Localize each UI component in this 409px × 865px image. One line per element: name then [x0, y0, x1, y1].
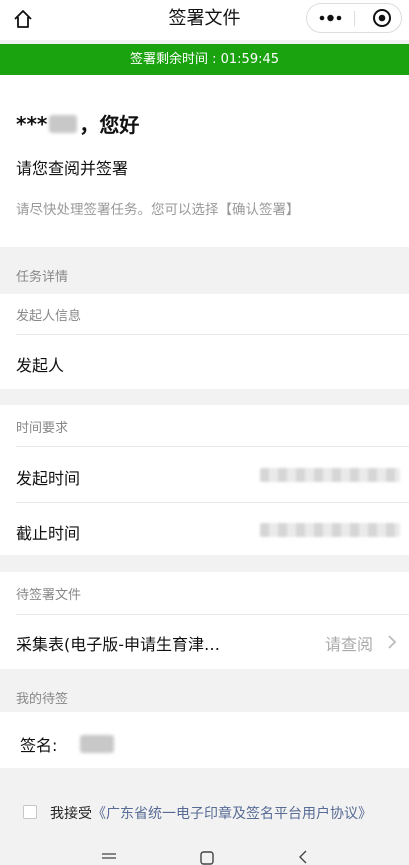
- home-square-icon[interactable]: [199, 849, 215, 865]
- divider: [16, 334, 409, 335]
- greeting-title: *** ，您好: [16, 109, 139, 138]
- files-card: 待签署文件 采集表(电子版-申请生育津… 请查阅: [0, 572, 409, 669]
- agreement-text: 我接受《广东省统一电子印章及签名平台用户协议》: [50, 803, 372, 823]
- file-name: 采集表(电子版-申请生育津…: [16, 635, 221, 654]
- divider: [16, 502, 409, 503]
- section-task-details: 任务详情: [16, 270, 69, 285]
- system-nav-bar: [0, 843, 409, 865]
- more-dots-icon[interactable]: [307, 4, 354, 32]
- deadline-label: 截止时间: [16, 524, 81, 543]
- signature-value: [80, 735, 114, 753]
- greeting-card: *** ，您好 请您查阅并签署 请尽快处理签署任务。您可以选择【确认签署】: [0, 75, 409, 247]
- masked-name: ***: [16, 111, 48, 136]
- agreement-prefix: 我接受: [50, 806, 92, 822]
- top-bar: 签署文件: [0, 0, 409, 40]
- agreement-checkbox[interactable]: [23, 805, 37, 819]
- view-link[interactable]: 请查阅: [325, 631, 373, 655]
- section-my-sign: 我的待签: [16, 692, 69, 707]
- menu-icon[interactable]: [101, 849, 117, 865]
- time-card: 时间要求 发起时间 截止时间: [0, 405, 409, 555]
- greeting-hint: 请尽快处理签署任务。您可以选择【确认签署】: [16, 202, 300, 218]
- agreement-row: 我接受《广东省统一电子印章及签名平台用户协议》: [0, 795, 409, 833]
- initiator-header: 发起人信息: [16, 309, 82, 324]
- target-close-icon[interactable]: [355, 4, 401, 32]
- files-header: 待签署文件: [16, 588, 82, 603]
- greeting-subtitle: 请您查阅并签署: [16, 159, 129, 178]
- deadline-value: [260, 523, 400, 537]
- countdown-banner: 签署剩余时间 : 01:59:45: [0, 44, 409, 75]
- initiator-label: 发起人: [16, 356, 65, 375]
- sign-card: 签名:: [0, 712, 409, 768]
- sign-label: 签名:: [20, 736, 58, 755]
- start-time-value: [260, 468, 400, 482]
- menu-capsule: [306, 3, 402, 33]
- file-row[interactable]: 采集表(电子版-申请生育津… 请查阅: [0, 615, 409, 669]
- agreement-link[interactable]: 《广东省统一电子印章及签名平台用户协议》: [92, 806, 372, 822]
- salutation: ，您好: [79, 113, 140, 137]
- chevron-right-icon: [388, 635, 397, 649]
- time-header: 时间要求: [16, 421, 69, 436]
- divider: [16, 446, 409, 447]
- blurred-name: [49, 114, 78, 133]
- initiator-card: 发起人信息 发起人: [0, 294, 409, 389]
- start-time-label: 发起时间: [16, 469, 81, 488]
- back-icon[interactable]: [296, 849, 312, 865]
